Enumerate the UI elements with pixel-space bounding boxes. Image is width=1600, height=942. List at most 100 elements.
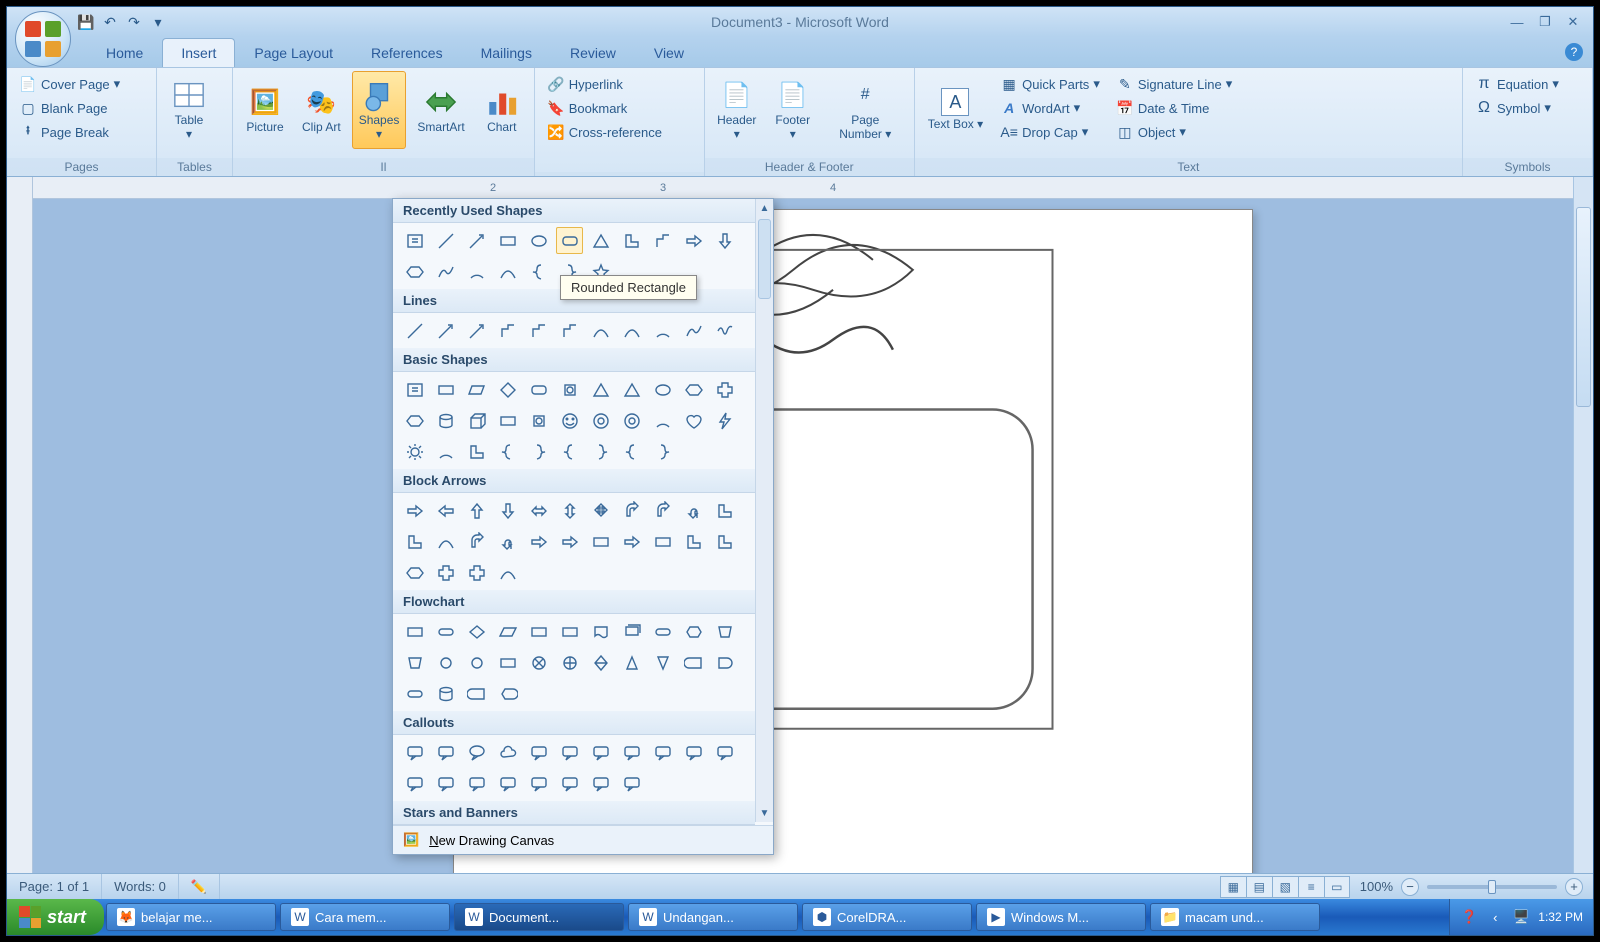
qat-menu-icon[interactable]: ▾ bbox=[149, 13, 167, 31]
shape-uarrow[interactable] bbox=[463, 497, 490, 524]
shape-tri[interactable] bbox=[587, 376, 614, 403]
minimize-button[interactable]: — bbox=[1505, 13, 1529, 31]
shape-flowstor[interactable] bbox=[463, 680, 490, 707]
shape-quad[interactable] bbox=[587, 497, 614, 524]
shape-bent[interactable] bbox=[649, 497, 676, 524]
tray-monitor-icon[interactable]: 🖥️ bbox=[1512, 908, 1530, 926]
shape-cloud[interactable] bbox=[494, 739, 521, 766]
shape-callout1[interactable] bbox=[432, 770, 459, 797]
shape-callout1[interactable] bbox=[463, 770, 490, 797]
shape-donut[interactable] bbox=[587, 407, 614, 434]
shape-flowdata[interactable] bbox=[494, 618, 521, 645]
header-button[interactable]: 📄Header▾ bbox=[711, 71, 763, 149]
shape-flowproc[interactable] bbox=[494, 649, 521, 676]
text-box-button[interactable]: AText Box ▾ bbox=[921, 71, 990, 149]
shape-free[interactable] bbox=[432, 258, 459, 285]
shape-callout1[interactable] bbox=[556, 739, 583, 766]
vertical-scrollbar[interactable] bbox=[1573, 177, 1593, 873]
shapes-scroll-thumb[interactable] bbox=[758, 219, 771, 299]
shape-hex[interactable] bbox=[401, 407, 428, 434]
vertical-ruler[interactable] bbox=[7, 177, 33, 873]
tab-home[interactable]: Home bbox=[87, 38, 162, 67]
shape-rarrow[interactable] bbox=[618, 528, 645, 555]
office-button[interactable] bbox=[15, 11, 71, 67]
shape-flowterm[interactable] bbox=[401, 680, 428, 707]
chart-button[interactable]: Chart bbox=[476, 71, 528, 149]
shape-rect[interactable] bbox=[432, 376, 459, 403]
shape-flowdelay[interactable] bbox=[711, 649, 738, 676]
shape-rbrace[interactable] bbox=[649, 438, 676, 465]
shape-elbow[interactable] bbox=[525, 317, 552, 344]
taskbar-item-folder[interactable]: 📁macam und... bbox=[1150, 903, 1320, 931]
scroll-down-icon[interactable]: ▼ bbox=[756, 804, 773, 822]
shape-rect[interactable] bbox=[649, 528, 676, 555]
shape-rect[interactable] bbox=[587, 528, 614, 555]
shape-cyl[interactable] bbox=[432, 407, 459, 434]
tray-chevron-icon[interactable]: ‹ bbox=[1486, 908, 1504, 926]
shape-callout1[interactable] bbox=[432, 739, 459, 766]
shape-curve[interactable] bbox=[618, 317, 645, 344]
shape-elbow[interactable] bbox=[649, 227, 676, 254]
shape-callout1[interactable] bbox=[525, 770, 552, 797]
shape-rect[interactable] bbox=[494, 407, 521, 434]
shape-flowman[interactable] bbox=[711, 618, 738, 645]
date-time-button[interactable]: 📅Date & Time bbox=[1110, 97, 1238, 119]
view-web-layout[interactable]: ▧ bbox=[1272, 876, 1298, 898]
footer-button[interactable]: 📄Footer▾ bbox=[767, 71, 819, 149]
shape-hex[interactable] bbox=[401, 559, 428, 586]
shape-cross[interactable] bbox=[711, 376, 738, 403]
shape-roundrect[interactable] bbox=[556, 227, 583, 254]
shape-heart[interactable] bbox=[680, 407, 707, 434]
view-draft[interactable]: ▭ bbox=[1324, 876, 1350, 898]
start-button[interactable]: start bbox=[7, 899, 104, 935]
shape-rbrace[interactable] bbox=[525, 438, 552, 465]
status-words[interactable]: Words: 0 bbox=[102, 874, 179, 899]
shape-uturn[interactable] bbox=[494, 528, 521, 555]
shape-darrow[interactable] bbox=[711, 227, 738, 254]
shape-lbrace[interactable] bbox=[525, 258, 552, 285]
smartart-button[interactable]: SmartArt bbox=[410, 71, 471, 149]
system-tray[interactable]: ❓ ‹ 🖥️ 1:32 PM bbox=[1449, 899, 1593, 935]
shape-can[interactable] bbox=[556, 376, 583, 403]
tab-view[interactable]: View bbox=[635, 38, 703, 67]
shape-flowsort[interactable] bbox=[587, 649, 614, 676]
equation-button[interactable]: πEquation ▾ bbox=[1469, 73, 1586, 95]
undo-icon[interactable]: ↶ bbox=[101, 13, 119, 31]
shape-hex[interactable] bbox=[401, 258, 428, 285]
zoom-in-button[interactable]: + bbox=[1565, 878, 1583, 896]
shape-callout1[interactable] bbox=[401, 739, 428, 766]
shape-curve[interactable] bbox=[494, 258, 521, 285]
shape-textbox[interactable] bbox=[401, 227, 428, 254]
shape-callout1[interactable] bbox=[680, 739, 707, 766]
shape-hex[interactable] bbox=[680, 376, 707, 403]
shape-free[interactable] bbox=[680, 317, 707, 344]
close-button[interactable]: ✕ bbox=[1561, 13, 1585, 31]
shape-tri[interactable] bbox=[618, 376, 645, 403]
shape-flowext[interactable] bbox=[618, 649, 645, 676]
zoom-out-button[interactable]: − bbox=[1401, 878, 1419, 896]
shape-lshape[interactable] bbox=[618, 227, 645, 254]
shape-diamond[interactable] bbox=[494, 376, 521, 403]
shape-callout1[interactable] bbox=[587, 770, 614, 797]
shape-larrow[interactable] bbox=[432, 497, 459, 524]
shape-arrowline[interactable] bbox=[463, 227, 490, 254]
shape-line[interactable] bbox=[401, 317, 428, 344]
blank-page-button[interactable]: ▢Blank Page bbox=[13, 97, 150, 119]
shape-sun[interactable] bbox=[401, 438, 428, 465]
symbol-button[interactable]: ΩSymbol ▾ bbox=[1469, 97, 1586, 119]
shape-lshape[interactable] bbox=[711, 528, 738, 555]
shape-curve[interactable] bbox=[432, 528, 459, 555]
shapes-button[interactable]: Shapes▾ bbox=[352, 71, 407, 149]
shape-elbow[interactable] bbox=[494, 317, 521, 344]
shape-lshape[interactable] bbox=[680, 528, 707, 555]
shape-para[interactable] bbox=[463, 376, 490, 403]
shape-lbrace[interactable] bbox=[618, 438, 645, 465]
shape-textbox[interactable] bbox=[401, 376, 428, 403]
shape-oval[interactable] bbox=[649, 376, 676, 403]
shape-cube[interactable] bbox=[463, 407, 490, 434]
shape-flowman[interactable] bbox=[401, 649, 428, 676]
shape-callout1[interactable] bbox=[711, 739, 738, 766]
quick-parts-button[interactable]: ▦Quick Parts ▾ bbox=[994, 73, 1106, 95]
shape-scrib[interactable] bbox=[711, 317, 738, 344]
table-button[interactable]: Table▾ bbox=[163, 71, 215, 149]
